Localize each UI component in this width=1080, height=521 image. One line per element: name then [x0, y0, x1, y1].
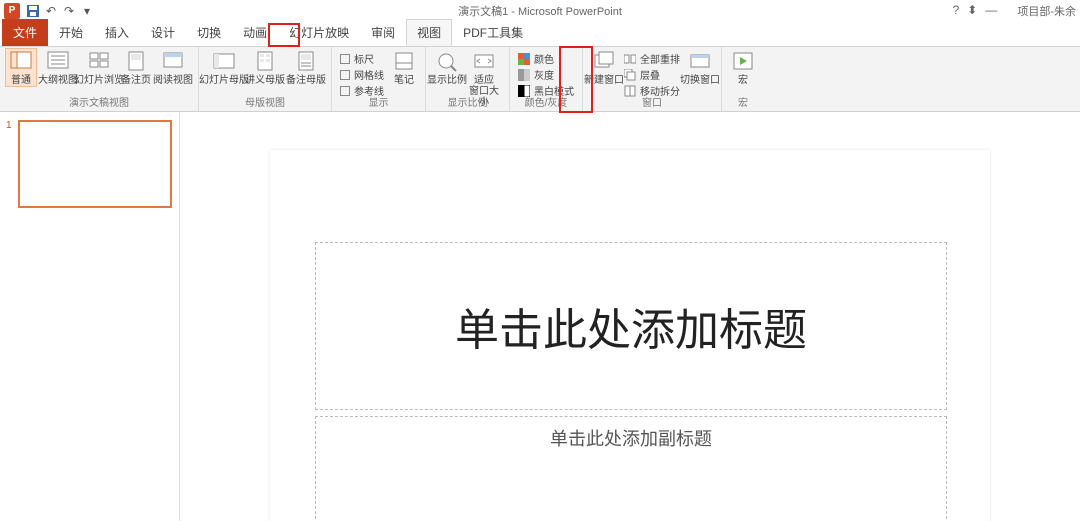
qat-save-button[interactable] [24, 2, 42, 20]
account-label: 项目部-朱余 [1017, 3, 1076, 19]
notes-master-button[interactable]: 备注母版 [287, 49, 325, 86]
slide-canvas-area[interactable]: 单击此处添加标题 单击此处添加副标题 [180, 112, 1080, 521]
qat-redo-button[interactable]: ↷ [60, 2, 78, 20]
cascade-button[interactable]: 层叠 [622, 67, 682, 82]
workspace: 1 单击此处添加标题 单击此处添加副标题 [0, 112, 1080, 521]
arrange-all-button[interactable]: 全部重排 [622, 51, 682, 66]
app-icon: P [4, 3, 20, 19]
slide-thumbnail-panel[interactable]: 1 [0, 112, 180, 521]
ruler-checkbox[interactable]: 标尺 [338, 51, 386, 66]
subtitle-placeholder[interactable]: 单击此处添加副标题 [315, 416, 947, 521]
zoom-button[interactable]: 显示比例 [432, 49, 462, 86]
tab-file[interactable]: 文件 [2, 19, 48, 46]
grayscale-mode-button[interactable]: 灰度 [516, 67, 576, 82]
slide[interactable]: 单击此处添加标题 单击此处添加副标题 [270, 150, 990, 521]
title-placeholder[interactable]: 单击此处添加标题 [315, 242, 947, 410]
tab-pdf[interactable]: PDF工具集 [452, 19, 534, 46]
window-title: 演示文稿1 - Microsoft PowerPoint [458, 3, 622, 19]
group-caption: 窗口 [589, 97, 715, 111]
tab-design[interactable]: 设计 [140, 19, 186, 46]
qat-undo-button[interactable]: ↶ [42, 2, 60, 20]
bw-mode-button[interactable]: 黑白模式 [516, 83, 576, 98]
group-presentation-views: 普通 大纲视图 幻灯片浏览 备注页 阅读视图 演示文稿视图 [0, 47, 199, 111]
tab-transition[interactable]: 切换 [186, 19, 232, 46]
group-window: 新建窗口 全部重排 层叠 移动拆分 切换窗口 窗口 [583, 47, 722, 111]
group-caption: 显示 [338, 97, 419, 111]
view-outline-button[interactable]: 大纲视图 [39, 49, 77, 86]
new-window-button[interactable]: 新建窗口 [589, 49, 619, 86]
subtitle-placeholder-text: 单击此处添加副标题 [550, 425, 712, 451]
tab-home[interactable]: 开始 [48, 19, 94, 46]
guides-checkbox[interactable]: 参考线 [338, 83, 386, 98]
view-reading-button[interactable]: 阅读视图 [154, 49, 192, 86]
group-macro: 宏 宏 [722, 47, 764, 111]
slide-thumbnail[interactable]: 1 [6, 120, 173, 208]
slide-master-button[interactable]: 幻灯片母版 [205, 49, 243, 86]
help-button[interactable]: ? [953, 3, 960, 19]
switch-window-button[interactable]: 切换窗口 [685, 49, 715, 86]
group-show: 标尺 网格线 参考线 笔记 显示 [332, 47, 426, 111]
thumbnail-number: 1 [6, 120, 14, 208]
title-placeholder-text: 单击此处添加标题 [455, 294, 807, 358]
group-caption: 颜色/灰度 [516, 97, 576, 111]
handout-master-button[interactable]: 讲义母版 [246, 49, 284, 86]
gridlines-checkbox[interactable]: 网格线 [338, 67, 386, 82]
group-caption: 演示文稿视图 [6, 97, 192, 111]
tab-view[interactable]: 视图 [406, 19, 452, 46]
group-master-views: 幻灯片母版 讲义母版 备注母版 母版视图 [199, 47, 332, 111]
bw-icon [518, 85, 530, 97]
minimize-button[interactable]: — [985, 3, 997, 19]
group-zoom: 显示比例 适应 窗口大小 显示比例 [426, 47, 510, 111]
group-color: 颜色 灰度 黑白模式 颜色/灰度 [510, 47, 583, 111]
view-notes-page-button[interactable]: 备注页 [121, 49, 151, 86]
checkbox-icon [340, 86, 350, 96]
view-normal-button[interactable]: 普通 [6, 49, 36, 86]
qat-more-button[interactable]: ▾ [78, 2, 96, 20]
ribbon-tabs: 文件 开始 插入 设计 切换 动画 幻灯片放映 审阅 视图 PDF工具集 [0, 22, 1080, 46]
group-caption: 显示比例 [432, 97, 503, 111]
tab-animation[interactable]: 动画 [232, 19, 278, 46]
checkbox-icon [340, 70, 350, 80]
tab-review[interactable]: 审阅 [360, 19, 406, 46]
checkbox-icon [340, 54, 350, 64]
macro-button[interactable]: 宏 [728, 49, 758, 86]
move-split-button[interactable]: 移动拆分 [622, 83, 682, 98]
thumbnail-preview[interactable] [18, 120, 172, 208]
notes-pane-button[interactable]: 笔记 [389, 49, 419, 86]
group-caption: 宏 [728, 97, 758, 111]
view-sorter-button[interactable]: 幻灯片浏览 [80, 49, 118, 86]
ribbon: 普通 大纲视图 幻灯片浏览 备注页 阅读视图 演示文稿视图 [0, 46, 1080, 112]
tab-insert[interactable]: 插入 [94, 19, 140, 46]
grayscale-icon [518, 69, 530, 81]
color-mode-button[interactable]: 颜色 [516, 51, 576, 66]
ribbon-options-button[interactable]: ⬍ [967, 3, 977, 19]
tab-slideshow[interactable]: 幻灯片放映 [278, 19, 360, 46]
group-caption: 母版视图 [205, 97, 325, 111]
color-icon [518, 53, 530, 65]
